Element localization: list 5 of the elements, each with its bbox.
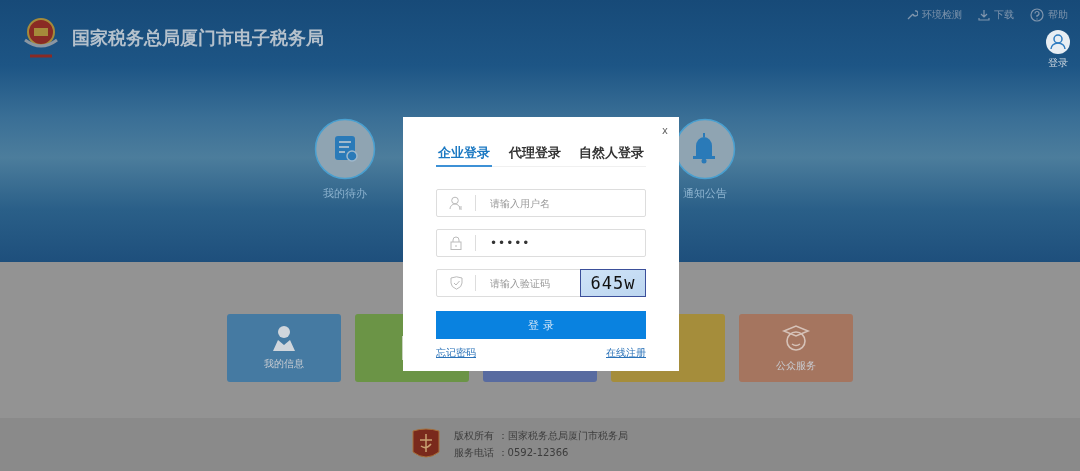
service-phone-text: 服务电话 ：0592-12366 [454,446,570,460]
copyright-text: 版权所有 ：国家税务总局厦门市税务局 [454,429,628,443]
tile-label: 我的信息 [264,357,304,371]
tile-label: 公众服务 [776,359,816,373]
site-title: 国家税务总局厦门市电子税务局 [72,26,324,50]
